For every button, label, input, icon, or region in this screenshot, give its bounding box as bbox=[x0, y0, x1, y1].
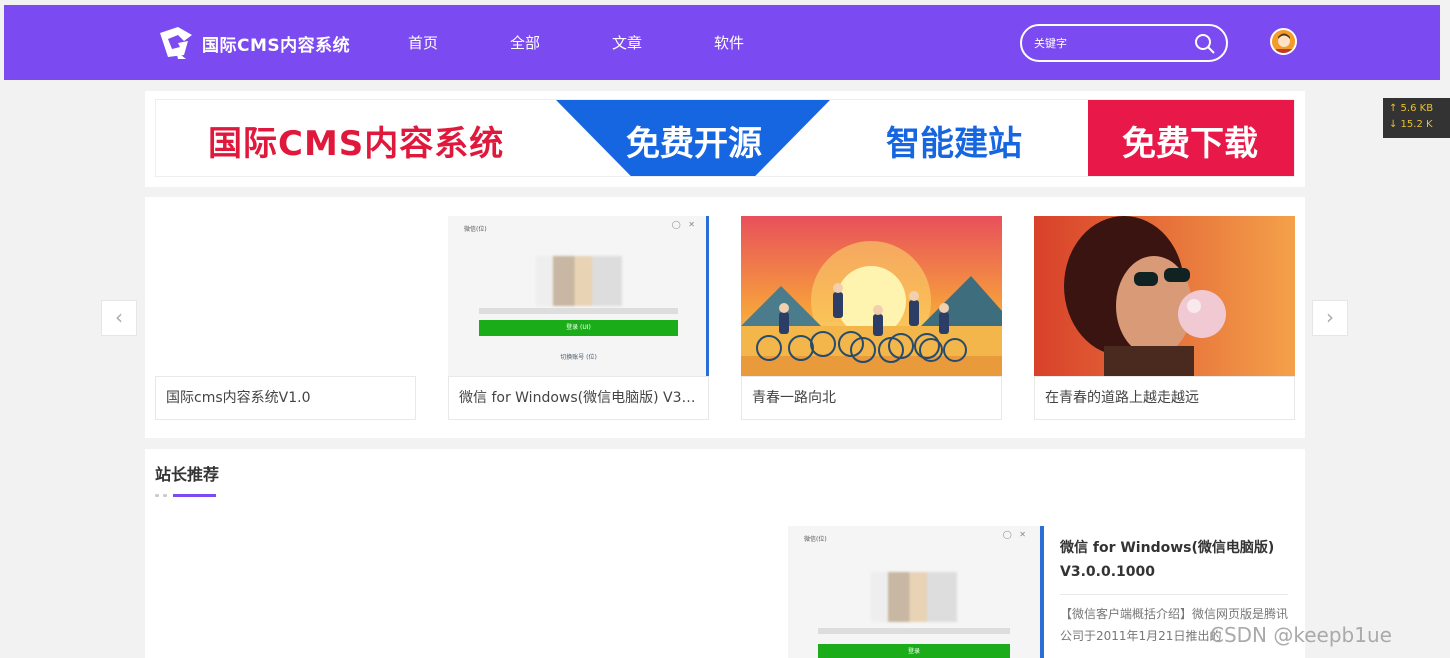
nav-home[interactable]: 首页 bbox=[408, 32, 438, 53]
carousel-card[interactable]: 国际cms内容系统V1.0 bbox=[155, 216, 416, 420]
nav-software[interactable]: 软件 bbox=[714, 32, 744, 53]
nav-all[interactable]: 全部 bbox=[510, 32, 540, 53]
site-logo[interactable]: 国际CMS内容系统 bbox=[156, 25, 350, 61]
card-caption: 微信 for Windows(微信电脑版) V3.0.0.1000 bbox=[448, 376, 709, 420]
wechat-login-button: 登录 bbox=[818, 644, 1010, 658]
banner-smart-build: 智能建站 bbox=[886, 124, 1022, 164]
wechat-switch-link: 切换账号 (位) bbox=[560, 354, 597, 361]
banner-title: 国际CMS内容系统 bbox=[208, 124, 505, 164]
cyclists-illustration bbox=[741, 216, 1002, 376]
chevron-right-icon: › bbox=[1326, 305, 1334, 329]
carousel-prev-button[interactable]: ‹ bbox=[101, 300, 137, 336]
recommend-thumbnail[interactable]: 微信(位) ◯ ✕ 登录 bbox=[788, 526, 1040, 658]
carousel-card[interactable]: 微信(位) ◯ ✕ 登录 (UI) 切换账号 (位) 微信 for Window… bbox=[448, 216, 709, 420]
carousel-card[interactable]: 在青春的道路上越走越远 bbox=[1034, 216, 1295, 420]
card-thumbnail: 微信(位) ◯ ✕ 登录 (UI) 切换账号 (位) bbox=[448, 216, 709, 376]
top-navbar: 国际CMS内容系统 首页 全部 文章 软件 bbox=[4, 5, 1440, 80]
blurred-avatar bbox=[871, 572, 957, 622]
recommend-item-title[interactable]: 微信 for Windows(微信电脑版) V3.0.0.1000 bbox=[1060, 536, 1288, 584]
nav-articles[interactable]: 文章 bbox=[612, 32, 642, 53]
wechat-window-screenshot: 微信(位) ◯ ✕ 登录 (UI) 切换账号 (位) bbox=[448, 216, 709, 376]
dot bbox=[155, 494, 159, 497]
logo-text: 国际CMS内容系统 bbox=[202, 35, 351, 56]
download-speed: ↓ 15.2 K bbox=[1389, 119, 1433, 130]
placeholder-bar bbox=[818, 628, 1010, 634]
card-caption: 青春一路向北 bbox=[741, 376, 1002, 420]
card-thumbnail bbox=[1034, 216, 1295, 376]
carousel-next-button[interactable]: › bbox=[1312, 300, 1348, 336]
wechat-window-title: 微信(位) bbox=[804, 536, 827, 543]
search-box bbox=[1020, 24, 1228, 62]
search-input[interactable] bbox=[1034, 34, 1184, 52]
csdn-watermark: CSDN @keepb1ue bbox=[1210, 623, 1392, 647]
blurred-avatar bbox=[535, 256, 622, 306]
window-controls-icon: ◯ ✕ bbox=[1002, 530, 1026, 539]
section-underline bbox=[173, 494, 216, 497]
carousel-card[interactable]: 青春一路向北 bbox=[741, 216, 1002, 420]
search-icon[interactable] bbox=[1194, 33, 1216, 55]
wechat-window-title: 微信(位) bbox=[464, 226, 487, 233]
placeholder-bar bbox=[479, 308, 678, 314]
recommend-section: 站长推荐 微信(位) ◯ ✕ 登录 微信 for Windows(微信电脑版) … bbox=[145, 449, 1305, 658]
chevron-left-icon: ‹ bbox=[115, 305, 123, 329]
banner-free-open-source: 免费开源 bbox=[626, 124, 762, 164]
window-controls-icon: ◯ ✕ bbox=[671, 220, 695, 229]
divider bbox=[1060, 594, 1288, 595]
banner-download-label: 免费下载 bbox=[1122, 124, 1258, 164]
wechat-window-screenshot: 微信(位) ◯ ✕ 登录 bbox=[788, 526, 1040, 658]
card-thumbnail bbox=[741, 216, 1002, 376]
logo-icon bbox=[160, 27, 192, 59]
dot bbox=[163, 494, 167, 497]
content-carousel: 国际cms内容系统V1.0 微信(位) ◯ ✕ 登录 (UI) 切换账号 (位)… bbox=[145, 197, 1305, 438]
promo-banner[interactable]: 国际CMS内容系统 免费开源 智能建站 免费下载 bbox=[155, 99, 1295, 177]
banner-container: 国际CMS内容系统 免费开源 智能建站 免费下载 bbox=[145, 91, 1305, 187]
main-nav: 首页 全部 文章 软件 bbox=[408, 32, 816, 53]
card-thumbnail-empty bbox=[155, 216, 416, 376]
upload-speed: ↑ 5.6 KB bbox=[1389, 103, 1434, 114]
card-caption: 国际cms内容系统V1.0 bbox=[155, 376, 416, 420]
user-avatar[interactable] bbox=[1270, 28, 1297, 55]
section-title: 站长推荐 bbox=[155, 465, 220, 484]
bubblegum-portrait-photo bbox=[1034, 216, 1295, 376]
network-speed-widget: ↑ 5.6 KB ↓ 15.2 K bbox=[1383, 98, 1450, 138]
wechat-login-button: 登录 (UI) bbox=[479, 320, 678, 336]
window-edge bbox=[706, 216, 709, 376]
avatar-icon bbox=[1272, 30, 1295, 53]
card-caption: 在青春的道路上越走越远 bbox=[1034, 376, 1295, 420]
thumbnail-edge bbox=[1040, 526, 1044, 658]
